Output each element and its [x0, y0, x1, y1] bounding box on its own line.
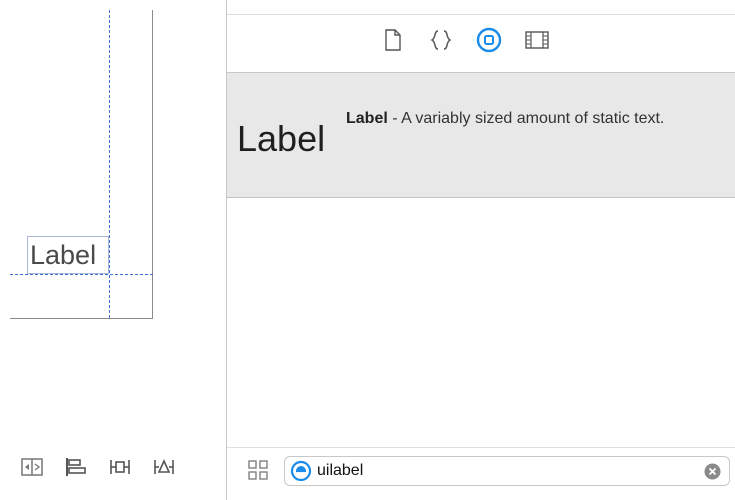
library-panel: Label Label - A variably sized amount of… [227, 0, 735, 500]
library-filter-input[interactable] [317, 459, 687, 483]
align-icon[interactable] [64, 455, 88, 479]
library-tab-bar [380, 27, 550, 58]
storyboard-canvas[interactable]: Label [0, 0, 226, 500]
embed-in-icon[interactable] [20, 455, 44, 479]
view-controller-bottom-edge [10, 318, 153, 319]
clear-filter-icon[interactable] [704, 463, 721, 480]
add-constraints-icon[interactable] [108, 455, 132, 479]
library-bottom-separator [227, 447, 735, 448]
library-item-preview: Label [237, 118, 326, 159]
vertical-alignment-guide [109, 10, 110, 318]
library-top-separator [227, 14, 735, 15]
code-snippet-icon [429, 29, 453, 56]
canvas-layout-toolbar [20, 455, 176, 479]
object-filter-icon [290, 460, 312, 482]
view-controller-right-edge [152, 10, 153, 318]
media-library-icon [525, 30, 549, 55]
canvas-label-view[interactable]: Label [27, 236, 109, 274]
file-template-tab[interactable] [380, 28, 406, 56]
library-item-description: Label - A variably sized amount of stati… [346, 109, 718, 128]
library-item-name: Label [346, 110, 388, 127]
code-snippet-tab[interactable] [428, 29, 454, 55]
grid-view-icon [247, 460, 269, 485]
library-item-label[interactable]: Label Label - A variably sized amount of… [227, 73, 735, 198]
object-library-icon [476, 27, 502, 58]
media-library-tab[interactable] [524, 29, 550, 55]
resolve-issues-icon[interactable] [152, 455, 176, 479]
grid-view-toggle[interactable] [247, 459, 269, 481]
object-library-tab[interactable] [476, 27, 502, 58]
library-item-summary: - A variably sized amount of static text… [387, 110, 665, 127]
library-filter-field[interactable] [284, 456, 730, 486]
horizontal-alignment-guide [10, 274, 153, 275]
file-icon [384, 28, 402, 56]
